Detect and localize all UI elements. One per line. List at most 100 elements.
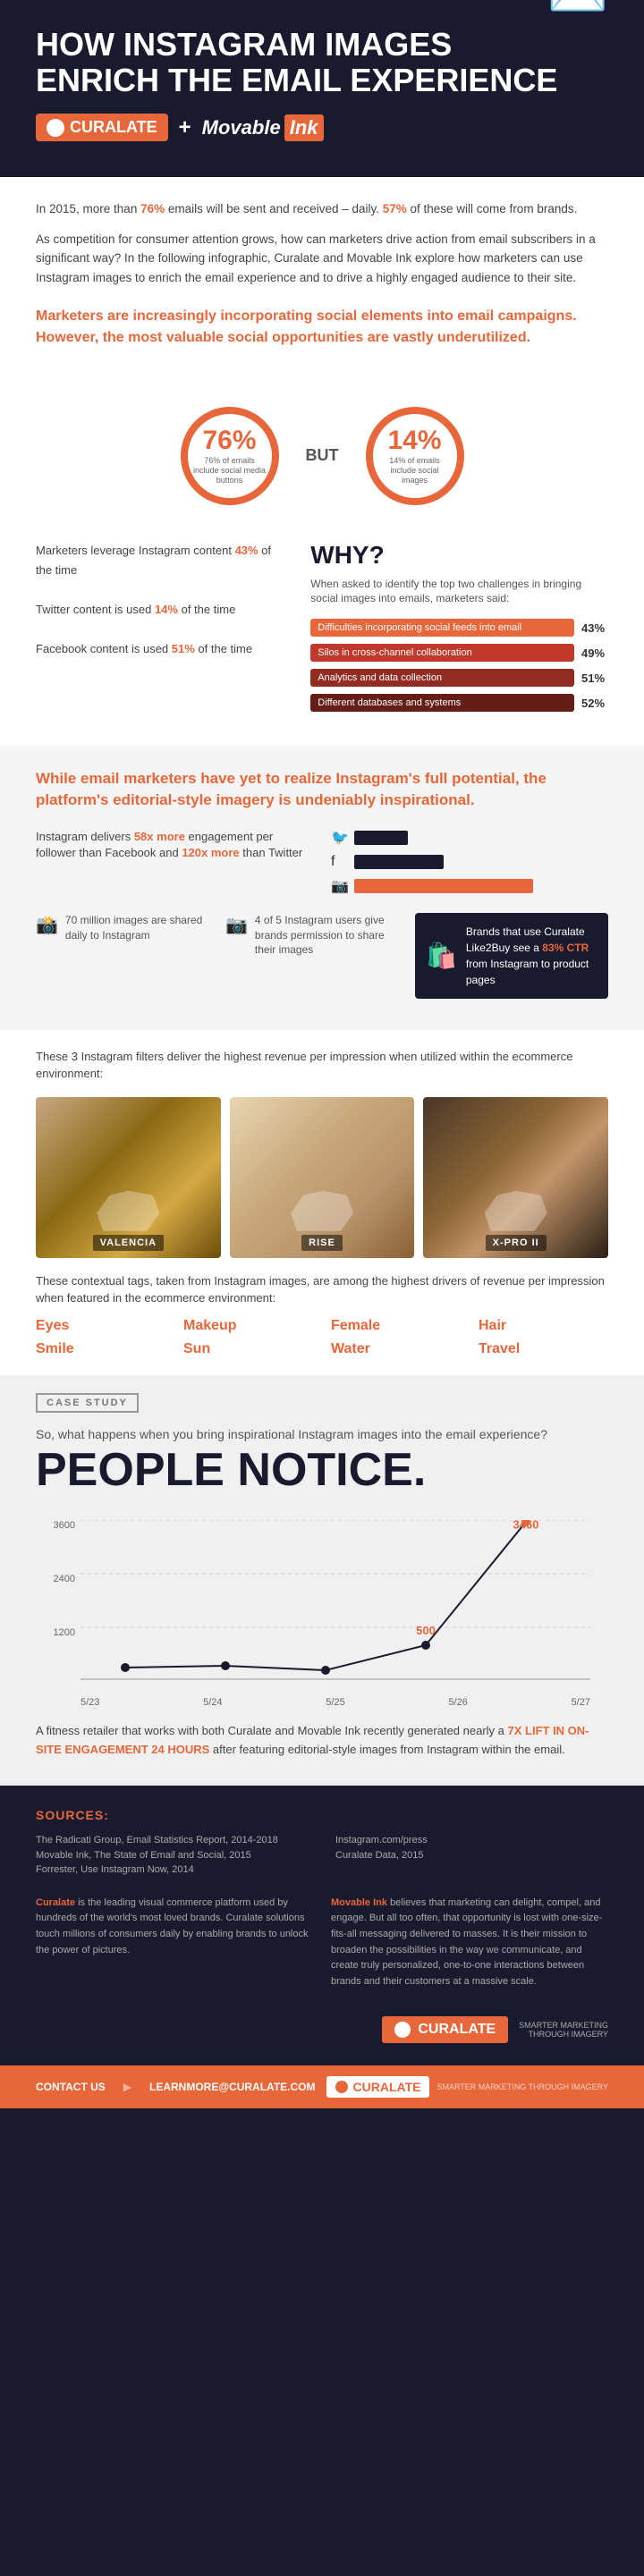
engagement-item-1: Instagram delivers 58x more engagement p… bbox=[36, 829, 313, 861]
source-4: Instagram.com/press bbox=[335, 1833, 608, 1848]
footer-logo-text: CURALATE bbox=[353, 2080, 421, 2094]
shoe-shape-2 bbox=[291, 1187, 353, 1231]
source-2: Movable Ink, The State of Email and Soci… bbox=[36, 1848, 309, 1863]
challenge-bar-4: Different databases and systems 52% bbox=[310, 694, 608, 712]
bottom-curalate-logo: CURALATE bbox=[382, 2016, 508, 2043]
x-label-525: 5/25 bbox=[326, 1697, 344, 1708]
challenge-pct-2: 49% bbox=[581, 646, 608, 660]
stat-circle-76: 76% 76% of emails include social media b… bbox=[181, 407, 279, 505]
facebook-icon: f bbox=[331, 854, 349, 870]
page-title: HOW INSTAGRAM IMAGES ENRICH THE EMAIL EX… bbox=[36, 27, 608, 97]
source-1: The Radicati Group, Email Statistics Rep… bbox=[36, 1833, 309, 1848]
challenge-label-2: Silos in cross-channel collaboration bbox=[310, 644, 574, 662]
tag-female: Female bbox=[331, 1318, 461, 1334]
stat-circle-14: 14% 14% of emails include social images bbox=[366, 407, 464, 505]
shopping-bag-icon: 🛍️ bbox=[426, 937, 457, 975]
stat-label-76: 76% of emails include social media butto… bbox=[188, 456, 272, 485]
envelope-icon: ✉️ bbox=[547, 0, 608, 22]
bars-visual: 🐦 f 📷 bbox=[331, 829, 608, 895]
case-question: So, what happens when you bring inspirat… bbox=[36, 1427, 608, 1441]
intro-paragraph1: In 2015, more than 76% emails will be se… bbox=[36, 199, 608, 219]
fact-text-2: 4 of 5 Instagram users give brands permi… bbox=[255, 913, 397, 958]
tag-makeup: Makeup bbox=[183, 1318, 313, 1334]
brand-ctr: 🛍️ Brands that use Curalate Like2Buy see… bbox=[415, 913, 608, 999]
twitter-icon: 🐦 bbox=[331, 829, 349, 847]
header: ✉️ HOW INSTAGRAM IMAGES ENRICH THE EMAIL… bbox=[0, 0, 644, 177]
x-label-523: 5/23 bbox=[80, 1697, 99, 1708]
brand-ctr-text: Brands that use Curalate Like2Buy see a … bbox=[466, 924, 597, 988]
photo-icon: 📷 bbox=[225, 913, 248, 938]
ink-label: Ink bbox=[284, 114, 324, 141]
data-point-4 bbox=[421, 1641, 430, 1650]
filters-section: These 3 Instagram filters deliver the hi… bbox=[0, 1030, 644, 1375]
data-point-2 bbox=[221, 1661, 230, 1670]
why-right: WHY? When asked to identify the top two … bbox=[310, 541, 608, 720]
twitter-usage: Twitter content is used 14% of the time bbox=[36, 600, 284, 620]
source-5: Curalate Data, 2015 bbox=[335, 1848, 608, 1863]
y-label-3600: 3600 bbox=[36, 1520, 80, 1531]
data-point-1 bbox=[121, 1663, 130, 1672]
y-label-1200: 1200 bbox=[36, 1627, 80, 1638]
why-subtitle: When asked to identify the top two chall… bbox=[310, 577, 608, 607]
footer-logo-icon bbox=[335, 2081, 348, 2093]
sources-section: SOURCES: The Radicati Group, Email Stati… bbox=[0, 1786, 644, 2065]
tag-hair: Hair bbox=[479, 1318, 608, 1334]
challenge-pct-3: 51% bbox=[581, 671, 608, 685]
chart-svg: 500 3460 bbox=[80, 1520, 590, 1681]
challenge-pct-1: 43% bbox=[581, 621, 608, 635]
bottom-logo-area: CURALATE SMARTER MARKETINGTHROUGH IMAGER… bbox=[36, 2007, 608, 2043]
stat-pct-14: 14% bbox=[387, 426, 441, 456]
movable-label: Movable bbox=[202, 116, 281, 139]
bar-row-twitter: 🐦 bbox=[331, 829, 608, 847]
bottom-logo-icon bbox=[394, 2022, 411, 2038]
logos-row: CURALATE + Movable Ink bbox=[36, 114, 608, 141]
x-label-526: 5/26 bbox=[448, 1697, 467, 1708]
y-label-2400: 2400 bbox=[36, 1574, 80, 1584]
bottom-tagline: SMARTER MARKETINGTHROUGH IMAGERY bbox=[519, 2021, 608, 2039]
footer: CONTACT US ▶ LEARNMORE@CURALATE.COM CURA… bbox=[0, 2065, 644, 2108]
editorial-section: While email marketers have yet to realiz… bbox=[0, 746, 644, 1030]
footer-logo: CURALATE bbox=[326, 2076, 430, 2098]
fact-item-2: 📷 4 of 5 Instagram users give brands per… bbox=[225, 913, 397, 999]
data-point-3 bbox=[321, 1666, 330, 1675]
about-movable: Movable Ink believes that marketing can … bbox=[331, 1896, 608, 1990]
tag-eyes: Eyes bbox=[36, 1318, 165, 1334]
engagement-stats: Instagram delivers 58x more engagement p… bbox=[36, 829, 313, 868]
source-3: Forrester, Use Instagram Now, 2014 bbox=[36, 1862, 309, 1878]
why-title: WHY? bbox=[310, 541, 608, 570]
bar-fill-facebook bbox=[354, 855, 444, 869]
footer-tagline: SMARTER MARKETING THROUGH IMAGERY bbox=[436, 2082, 608, 2093]
intro-section: In 2015, more than 76% emails will be se… bbox=[0, 177, 644, 388]
fact-text-1: 70 million images are shared daily to In… bbox=[65, 913, 208, 943]
filter-rise: RISE bbox=[230, 1097, 415, 1258]
case-badge: CASE STUDY bbox=[36, 1393, 139, 1413]
fact-item-1: 📸 70 million images are shared daily to … bbox=[36, 913, 208, 999]
case-study-section: CASE STUDY So, what happens when you bri… bbox=[0, 1375, 644, 1786]
curalate-logo: CURALATE bbox=[36, 114, 168, 141]
sources-left: The Radicati Group, Email Statistics Rep… bbox=[36, 1833, 309, 1878]
data-label-500: 500 bbox=[416, 1624, 436, 1637]
bar-row-instagram: 📷 bbox=[331, 877, 608, 895]
camera-icon: 📸 bbox=[36, 913, 58, 938]
learn-link[interactable]: LEARNMORE@CURALATE.COM bbox=[149, 2081, 315, 2093]
about-cols: Curalate is the leading visual commerce … bbox=[36, 1896, 608, 1990]
facebook-usage: Facebook content is used 51% of the time bbox=[36, 639, 284, 659]
footer-right: CURALATE SMARTER MARKETING THROUGH IMAGE… bbox=[326, 2076, 609, 2098]
challenge-label-3: Analytics and data collection bbox=[310, 669, 574, 687]
curalate-icon bbox=[47, 119, 64, 137]
why-section: Marketers leverage Instagram content 43%… bbox=[0, 523, 644, 747]
filter-valencia: VALENCIA bbox=[36, 1097, 221, 1258]
shoe-shape-1 bbox=[97, 1187, 159, 1231]
movable-ink-logo: Movable Ink bbox=[202, 114, 324, 141]
instagram-icon: 📷 bbox=[331, 877, 349, 895]
about-curalate: Curalate is the leading visual commerce … bbox=[36, 1896, 313, 1990]
filter-label-rise: RISE bbox=[301, 1235, 343, 1251]
challenge-pct-4: 52% bbox=[581, 697, 608, 710]
editorial-title: While email marketers have yet to realiz… bbox=[36, 768, 608, 811]
bar-fill-twitter bbox=[354, 831, 408, 845]
contact-link[interactable]: CONTACT US bbox=[36, 2081, 106, 2093]
tags-intro: These contextual tags, taken from Instag… bbox=[36, 1272, 608, 1307]
page-wrapper: ✉️ HOW INSTAGRAM IMAGES ENRICH THE EMAIL… bbox=[0, 0, 644, 2108]
tag-travel: Travel bbox=[479, 1341, 608, 1357]
filters-intro: These 3 Instagram filters deliver the hi… bbox=[36, 1048, 608, 1083]
